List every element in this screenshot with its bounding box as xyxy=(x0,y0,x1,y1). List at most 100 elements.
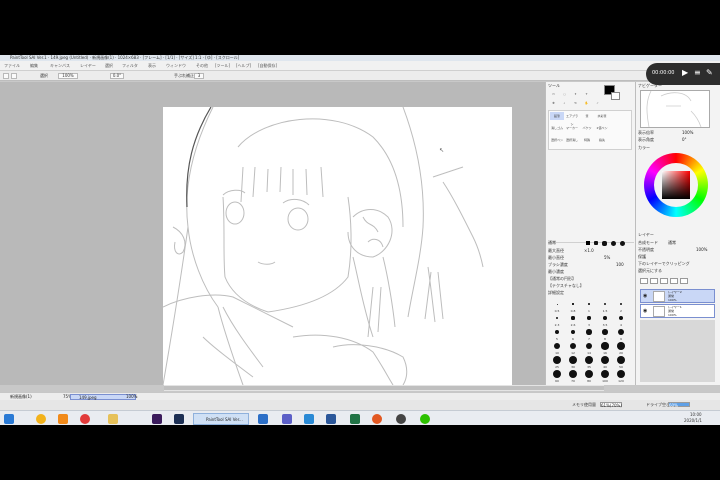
outlook-icon[interactable] xyxy=(304,414,314,424)
new-folder-icon[interactable] xyxy=(650,278,658,284)
clear-layer-icon[interactable] xyxy=(670,278,678,284)
texture-select[interactable]: 【テクスチャなし】 xyxy=(548,283,584,289)
brush-watercolor[interactable]: 水彩筆 xyxy=(595,112,609,120)
pen-icon[interactable]: ✎ xyxy=(706,68,713,77)
menu-help[interactable]: [ヘルプ] xyxy=(236,63,251,69)
advanced-settings[interactable]: 詳細設定 xyxy=(548,290,564,296)
brush-size-dot[interactable] xyxy=(553,342,561,350)
menu-canvas[interactable]: キャンバス xyxy=(50,63,70,69)
layer-row[interactable]: ◉ レイヤー1 通常 100% xyxy=(640,304,715,318)
brush-select-eraser[interactable]: 選択消し xyxy=(565,136,579,144)
start-icon[interactable] xyxy=(4,414,14,424)
layer-row[interactable]: ◉ レイヤー2 通常 100% xyxy=(640,289,715,303)
photoshop-icon[interactable] xyxy=(174,414,184,424)
menu-select[interactable]: 選択 xyxy=(105,63,113,69)
clip-checkbox[interactable]: 下のレイヤーでクリッピング xyxy=(638,261,690,267)
brush-size-dot[interactable] xyxy=(618,315,624,321)
brush-size-dot[interactable] xyxy=(585,342,593,350)
brush-size-dot[interactable] xyxy=(619,302,623,306)
brush-size-dot[interactable] xyxy=(569,342,577,350)
brush-size-dot[interactable] xyxy=(618,329,624,335)
menu-file[interactable]: ファイル xyxy=(4,63,20,69)
new-layer-icon[interactable] xyxy=(640,278,648,284)
brush-size-dot[interactable] xyxy=(555,316,559,320)
move-tool-icon[interactable]: ✥ xyxy=(548,99,559,107)
secondary-color-swatch[interactable] xyxy=(611,92,620,100)
undo-button[interactable] xyxy=(3,73,9,79)
nav-angle-value[interactable]: 0° xyxy=(682,137,687,142)
brush-shape-select[interactable]: 【通常の円形】 xyxy=(548,276,576,282)
brush-size-dot[interactable] xyxy=(601,370,609,378)
nav-zoom-value[interactable]: 100% xyxy=(682,130,693,135)
app-icon[interactable] xyxy=(58,414,68,424)
app4-icon[interactable] xyxy=(396,414,406,424)
brush-size-dot[interactable] xyxy=(553,356,561,364)
brush-blender[interactable]: 指先 xyxy=(595,136,609,144)
brush-size-dot[interactable] xyxy=(553,370,561,378)
brush-size-dot[interactable] xyxy=(554,329,560,335)
brush-size-dot[interactable] xyxy=(570,329,576,335)
color-wheel[interactable] xyxy=(644,153,708,217)
menu-edit[interactable]: 編集 xyxy=(30,63,38,69)
screen-recorder-widget[interactable]: 00:00:00 ▶ ≡ ✎ xyxy=(646,63,720,85)
eye-icon[interactable]: ◉ xyxy=(643,308,649,314)
drawing-canvas[interactable]: ↖ xyxy=(163,107,512,385)
brush-eraser[interactable]: 消しゴム xyxy=(550,124,564,132)
brush-size-dot[interactable] xyxy=(601,342,609,350)
menu-filter[interactable]: フィルタ xyxy=(122,63,138,69)
brush-airbrush[interactable]: エアブラシ xyxy=(565,112,579,126)
rotate-tool-icon[interactable]: ↻ xyxy=(570,99,581,107)
redo-button[interactable] xyxy=(11,73,17,79)
brush-size-dot[interactable] xyxy=(556,303,558,305)
scrollbar-thumb[interactable] xyxy=(164,386,604,390)
brush-select-pen[interactable]: 選択ペン xyxy=(550,136,564,144)
brush-size-dot[interactable] xyxy=(588,303,590,305)
brush-marker[interactable]: マーカー xyxy=(565,124,579,132)
menu-icon[interactable]: ≡ xyxy=(694,68,701,77)
brush-size-dot[interactable] xyxy=(617,370,625,378)
select-source-checkbox[interactable]: 選択元にする xyxy=(638,268,662,274)
brush-size-dot[interactable] xyxy=(587,316,591,320)
stabilizer-select[interactable]: 3 xyxy=(194,73,204,79)
zoom-box[interactable]: 100% xyxy=(58,73,78,79)
teams-icon[interactable] xyxy=(282,414,292,424)
density-value[interactable]: 100 xyxy=(616,262,624,267)
active-task[interactable]: PaintTool SAI Ver... xyxy=(193,413,249,425)
brush-size-dot[interactable] xyxy=(585,356,593,364)
brush-special[interactable]: 特殊 xyxy=(580,136,594,144)
text-tool-icon[interactable]: T xyxy=(581,90,592,98)
lasso-tool-icon[interactable]: ◌ xyxy=(559,90,570,98)
color-square[interactable] xyxy=(662,171,690,199)
word-icon[interactable] xyxy=(326,414,336,424)
delete-layer-icon[interactable] xyxy=(680,278,688,284)
netease-icon[interactable] xyxy=(80,414,90,424)
brush-size-dot[interactable] xyxy=(572,303,574,305)
navigator-preview[interactable] xyxy=(640,90,710,128)
zoom-tool-icon[interactable]: ⌕ xyxy=(559,99,570,107)
menu-view[interactable]: 表示 xyxy=(148,63,156,69)
brush-brush[interactable]: 筆 xyxy=(580,112,594,120)
menu-tool[interactable]: [ツール] xyxy=(215,63,230,69)
brush-size-dot[interactable] xyxy=(602,329,608,335)
brush-binary-pen[interactable]: 2値ペン xyxy=(595,124,609,132)
size-value[interactable]: ×1.0 xyxy=(584,248,594,253)
eyedropper-icon[interactable]: ⁄ xyxy=(592,99,603,107)
opacity-value[interactable]: 100% xyxy=(696,247,707,252)
brush-size-dot[interactable] xyxy=(603,316,607,320)
magic-wand-icon[interactable]: ✦ xyxy=(570,90,581,98)
wechat-icon[interactable] xyxy=(420,414,430,424)
menu-other[interactable]: その他 xyxy=(196,63,208,69)
horizontal-scrollbar[interactable] xyxy=(164,385,604,391)
menu-autosave[interactable]: [自動保存] xyxy=(258,63,277,69)
brush-size-dot[interactable] xyxy=(601,356,609,364)
select-toggle[interactable]: 選択 xyxy=(40,73,48,79)
excel-icon[interactable] xyxy=(350,414,360,424)
select-tool-icon[interactable]: ▭ xyxy=(548,90,559,98)
brush-shape-row[interactable] xyxy=(586,240,631,246)
play-icon[interactable]: ▶ xyxy=(682,68,688,77)
app3-icon[interactable] xyxy=(372,414,382,424)
merge-layer-icon[interactable] xyxy=(660,278,668,284)
brush-size-dot[interactable] xyxy=(571,316,575,320)
brush-size-dot[interactable] xyxy=(585,370,593,378)
angle-box[interactable]: 0.0° xyxy=(110,73,124,79)
